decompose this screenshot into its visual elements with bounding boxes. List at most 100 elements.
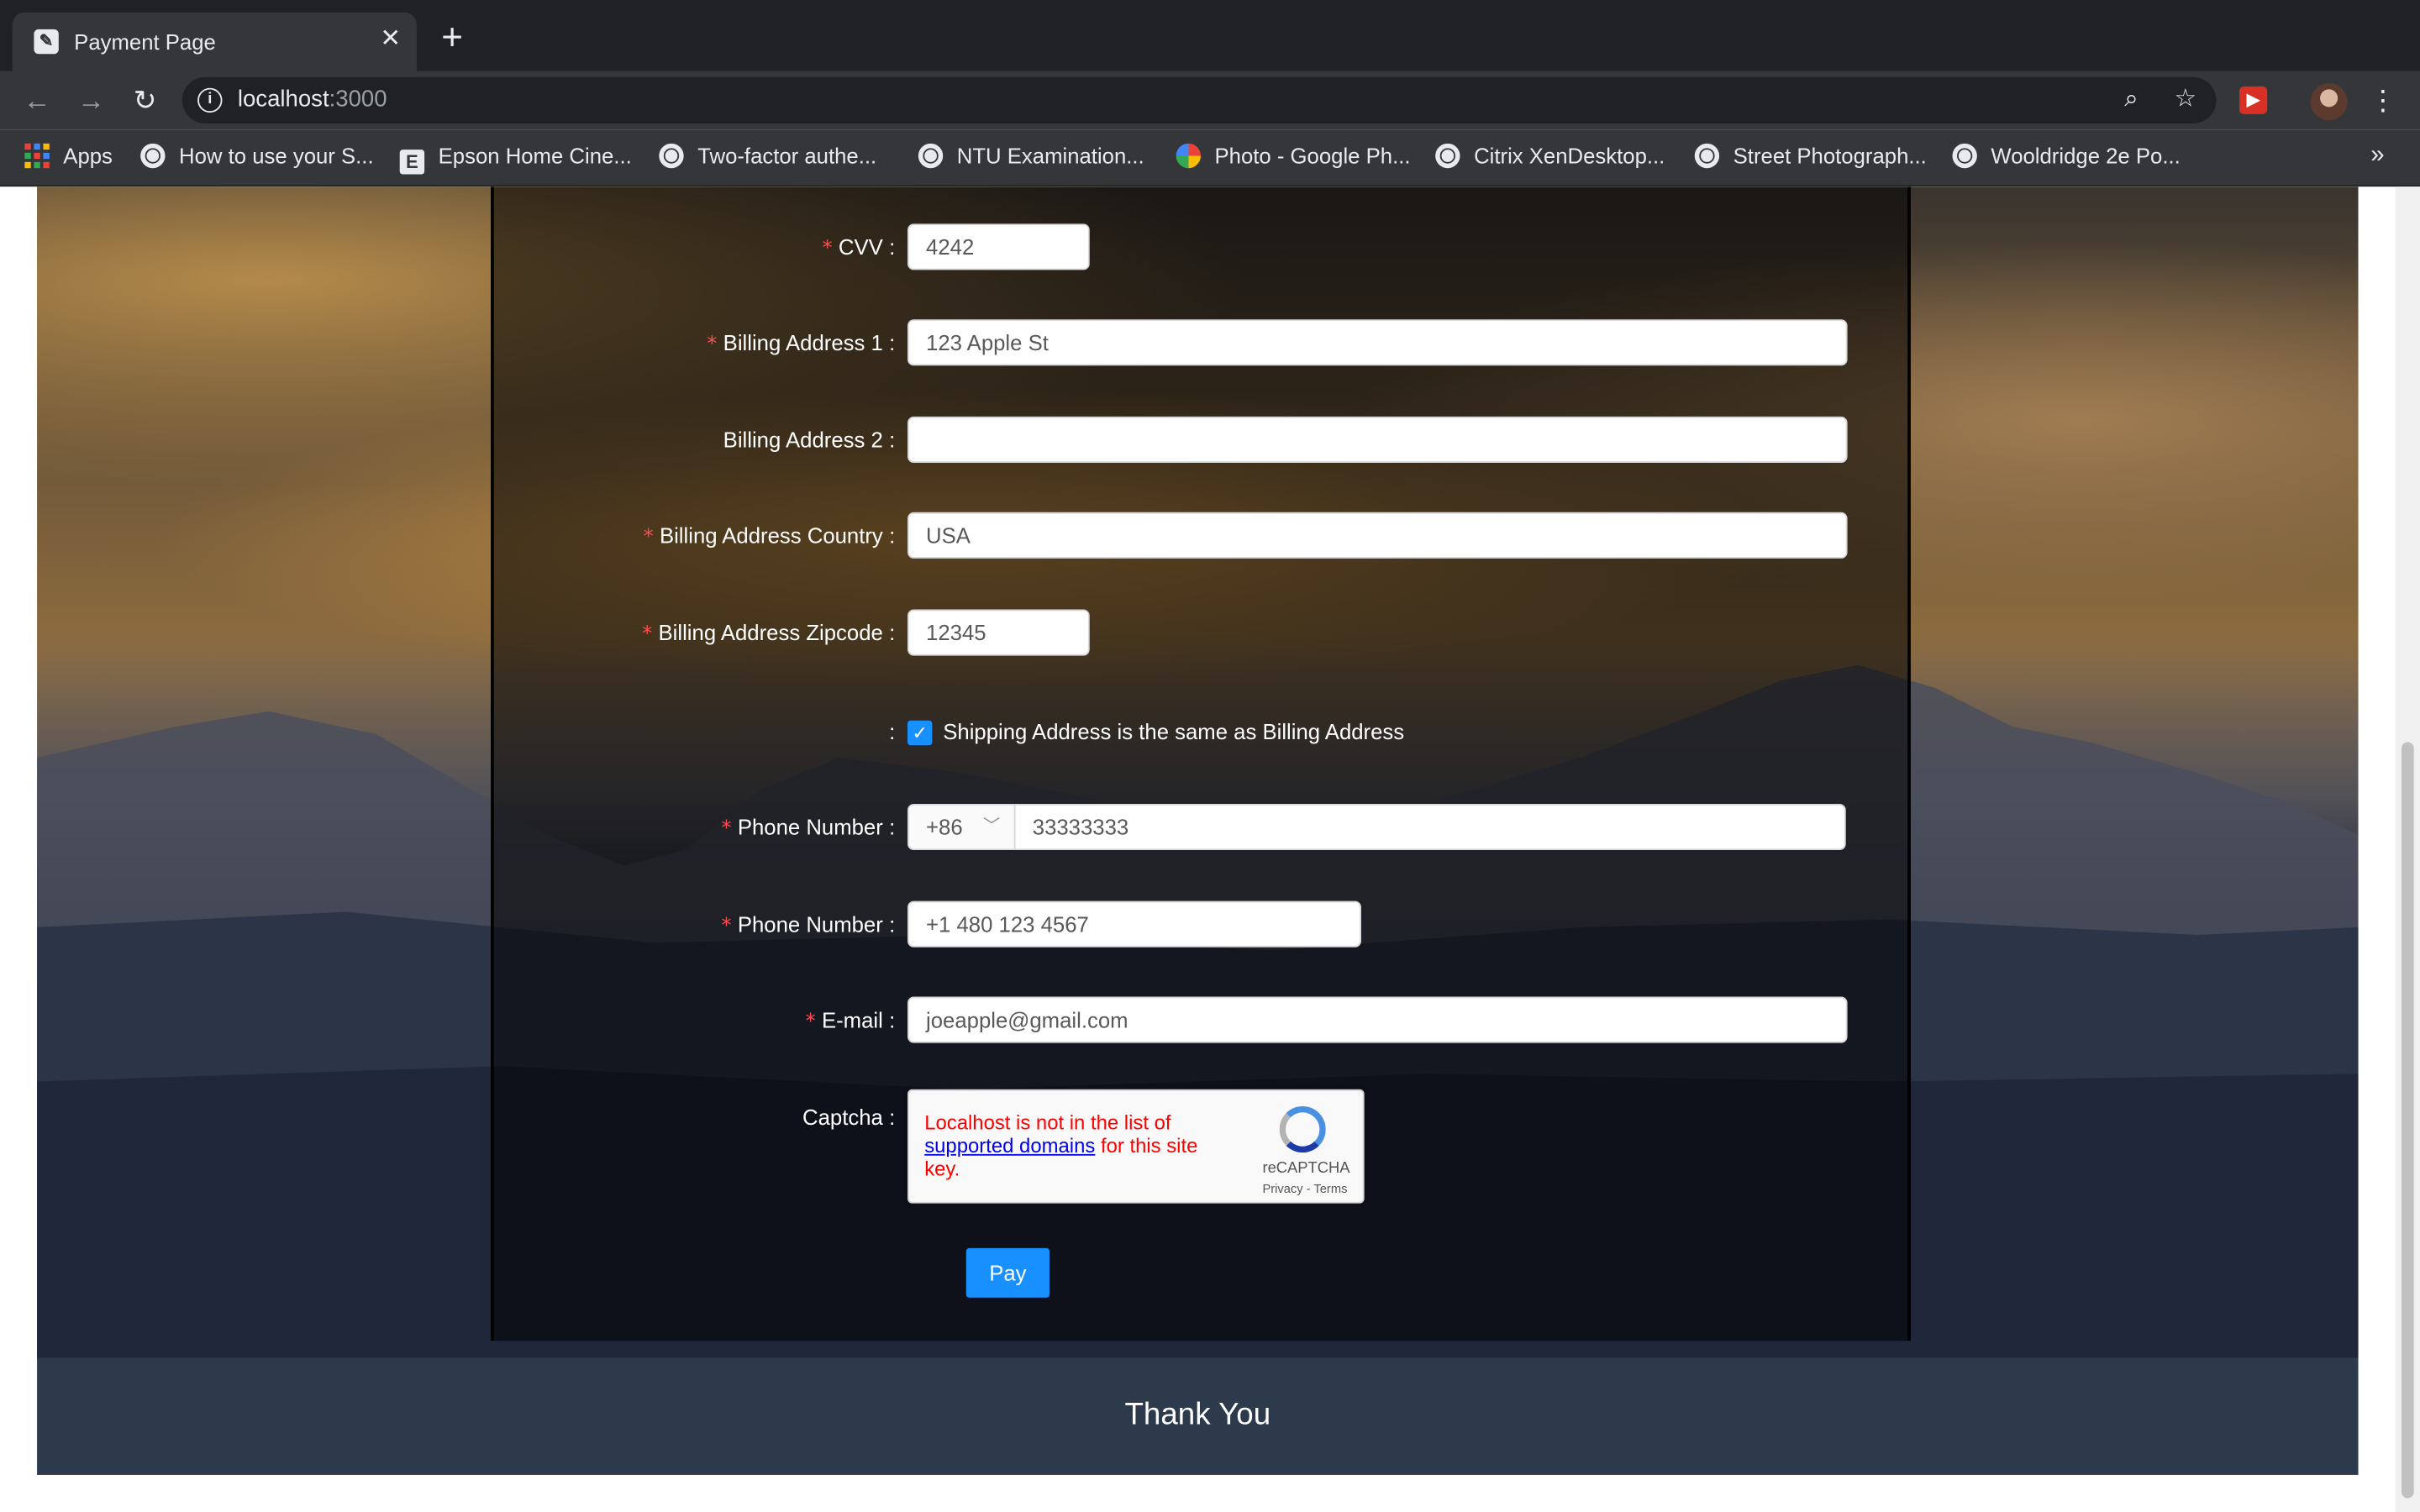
supported-domains-link[interactable]: supported domains [924,1134,1095,1158]
bookmark-label: Street Photograph... [1733,143,1927,169]
bookmark-label: Epson Home Cine... [438,143,632,169]
bookmark-label: Citrix XenDesktop... [1474,143,1665,169]
billing-zipcode-label-text: Billing Address Zipcode [658,620,883,645]
billing-country-label: * Billing Address Country: [644,523,896,549]
bookmark-label: Apps [63,143,113,169]
billing-address-1-input[interactable]: 123 Apple St [908,319,1848,366]
shipping-same-checkbox[interactable]: ✓ [908,720,933,746]
browser-tab[interactable]: ✎ Payment Page ✕ [12,12,417,71]
captcha-error-prefix: Localhost is not in the list of [924,1110,1171,1134]
billing-zipcode-label: * Billing Address Zipcode: [642,620,895,646]
bookmark-item[interactable]: How to use your S... [140,143,374,171]
bookmark-label: NTU Examination... [956,143,1144,169]
page-viewport: * CVV: 4242 * Billing Address 1: 123 Apple… [0,186,2420,1512]
colon: : [889,522,896,549]
more-bookmarks-icon[interactable]: » [2370,142,2384,170]
bookmark-item[interactable]: NTU Examination... [918,143,1144,171]
billing-address-2-input[interactable] [908,416,1848,464]
recaptcha-brand: reCAPTCHA [1262,1160,1350,1178]
browser-menu-icon[interactable]: ⋮ [2368,83,2399,117]
globe-icon [1952,143,1977,169]
bookmark-apps[interactable]: Apps [24,143,113,171]
required-mark: * [642,623,653,647]
apps-grid-icon [24,143,50,169]
email-input[interactable]: joeapple@gmail.com [908,996,1848,1043]
bookmark-item[interactable]: Street Photograph... [1694,143,1927,171]
address-bar[interactable]: i localhost:3000 ⌕ ☆ [182,76,2217,123]
phone-2-label-text: Phone Number [737,911,883,937]
billing-address-2-label: Billing Address 2: [723,428,896,452]
tab-strip: ✎ Payment Page ✕ + [0,0,2420,71]
colon: : [889,1105,896,1130]
chevron-down-icon: ﹀ [983,817,1001,837]
captcha-error-message: Localhost is not in the list of supporte… [924,1110,1218,1180]
recaptcha-privacy-terms[interactable]: Privacy - Terms [1262,1182,1347,1196]
cvv-input[interactable]: 4242 [908,223,1090,270]
bookmarks-bar: Apps How to use your S... E Epson Home Ci… [0,129,2420,187]
bookmark-label: Photo - Google Ph... [1214,143,1411,169]
footer-text: Thank You [1124,1398,1271,1432]
billing-zipcode-input[interactable]: 12345 [908,609,1090,656]
bookmark-label: How to use your S... [179,143,374,169]
colon: : [889,1007,896,1032]
recaptcha-widget[interactable]: Localhost is not in the list of supporte… [908,1089,1365,1204]
phone-1-input[interactable]: 33333333 [1013,803,1846,851]
required-mark: * [721,817,732,842]
bookmark-label: Two-factor authe... [697,143,877,169]
reload-icon[interactable]: ↻ [127,81,164,118]
colon: : [889,427,896,453]
zoom-icon[interactable]: ⌕ [2116,85,2147,116]
close-tab-icon[interactable]: ✕ [376,26,404,54]
country-code-select[interactable]: +86 ﹀ [908,803,1016,851]
email-label: * E-mail: [806,1007,896,1033]
cvv-label: * CVV: [823,234,896,260]
google-photos-icon [1176,143,1201,169]
url-host: localhost [237,86,329,113]
colon: : [889,234,896,260]
globe-icon [1435,143,1460,169]
phone-2-input[interactable]: +1 480 123 4567 [908,900,1361,948]
billing-country-label-text: Billing Address Country [659,522,883,549]
billing-address-1-label-text: Billing Address 1 [723,330,883,355]
url-text: localhost:3000 [238,87,387,113]
globe-icon [659,143,684,169]
bookmark-item[interactable]: Two-factor authe... [659,143,877,171]
bookmark-item[interactable]: Photo - Google Ph... [1176,143,1411,171]
billing-address-1-label: * Billing Address 1: [707,330,895,356]
colon: : [889,718,896,744]
phone-1-label: * Phone Number: [722,815,896,841]
browser-toolbar: ← → ↻ i localhost:3000 ⌕ ☆ ▶ ⋮ [0,71,2420,130]
required-mark: * [721,915,732,938]
colon: : [889,330,896,355]
globe-icon [140,143,166,169]
country-code-value: +86 [926,814,963,840]
colon: : [889,620,896,645]
colon: : [889,911,896,937]
forward-arrow-icon[interactable]: → [72,81,109,118]
bookmark-label: Wooldridge 2e Po... [1991,143,2181,169]
page-favicon-icon: ✎ [34,29,59,55]
tab-title: Payment Page [74,29,216,55]
site-info-icon[interactable]: i [197,87,223,113]
email-label-text: E-mail [821,1007,883,1032]
bookmark-item[interactable]: Citrix XenDesktop... [1435,143,1665,171]
globe-icon [918,143,944,169]
bookmark-star-icon[interactable]: ☆ [2170,85,2201,116]
bookmark-item[interactable]: Wooldridge 2e Po... [1952,143,2181,171]
page-scrollbar[interactable] [2395,186,2420,1512]
recaptcha-icon [1279,1105,1326,1153]
payment-form: * CVV: 4242 * Billing Address 1: 123 Apple… [491,186,1911,1341]
required-mark: * [822,237,833,261]
back-arrow-icon[interactable]: ← [18,81,55,118]
billing-country-input[interactable]: USA [908,512,1848,559]
required-mark: * [707,333,718,357]
new-tab-icon[interactable]: + [435,19,469,56]
bookmark-item[interactable]: E Epson Home Cine... [399,143,632,175]
captcha-label-text: Captcha [802,1105,883,1130]
scrollbar-thumb[interactable] [2401,742,2414,1499]
pay-button[interactable]: Pay [965,1247,1050,1298]
shipping-same-text[interactable]: Shipping Address is the same as Billing … [943,719,1404,743]
extension-icon[interactable]: ▶ [2239,86,2268,114]
profile-avatar[interactable] [2310,83,2348,121]
page-footer: Thank You [37,1357,2359,1475]
